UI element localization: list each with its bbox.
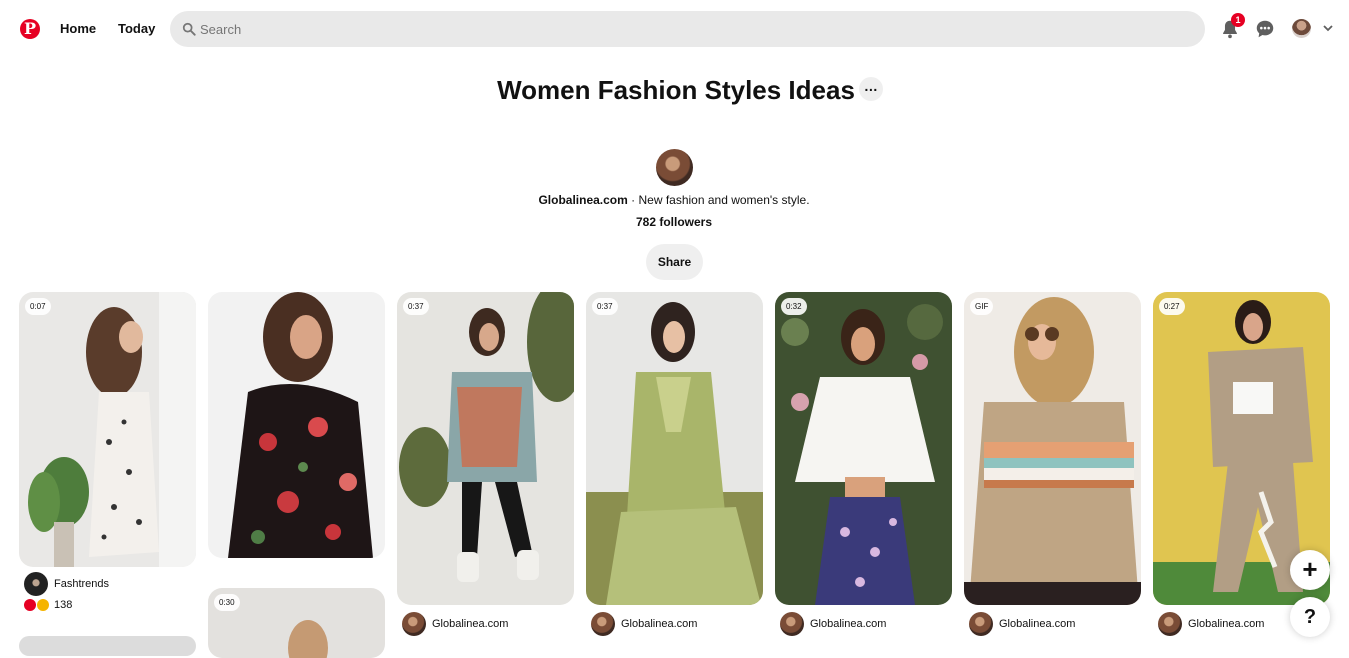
pin-author[interactable]: Globalinea.com <box>591 612 697 636</box>
pin-image <box>19 636 196 656</box>
author-avatar <box>402 612 426 636</box>
profile-avatar[interactable] <box>1292 19 1311 38</box>
search-input[interactable] <box>200 11 1190 47</box>
pin-author[interactable]: Globalinea.com <box>402 612 508 636</box>
author-name: Globalinea.com <box>999 618 1076 630</box>
board-title-text: Women Fashion Styles Ideas <box>497 75 855 105</box>
author-avatar <box>591 612 615 636</box>
pin-card[interactable] <box>19 636 196 656</box>
pin-image <box>586 292 763 605</box>
chevron-down-icon[interactable] <box>1322 22 1334 34</box>
pin-image <box>964 292 1141 605</box>
pin-card[interactable]: 0:32 <box>775 292 952 605</box>
pin-image <box>208 292 385 558</box>
pin-card[interactable] <box>208 292 385 558</box>
video-duration-tag: 0:37 <box>592 298 618 315</box>
board-title: Women Fashion Styles Ideas… <box>474 72 906 108</box>
video-duration-tag: 0:30 <box>214 594 240 611</box>
pinterest-logo-icon[interactable]: P <box>20 19 40 39</box>
pin-card[interactable]: 0:07 <box>19 292 196 567</box>
video-duration-tag: 0:37 <box>403 298 429 315</box>
gif-tag: GIF <box>970 298 994 315</box>
author-name: Globalinea.com <box>432 618 509 630</box>
pin-author[interactable]: Globalinea.com <box>1158 612 1264 636</box>
pin-author[interactable]: Globalinea.com <box>780 612 886 636</box>
notification-count-badge: 1 <box>1231 13 1245 27</box>
pin-card[interactable]: 0:37 <box>397 292 574 605</box>
nav-today-link[interactable]: Today <box>118 21 155 36</box>
top-navigation-bar: P Home Today 1 <box>0 0 1349 60</box>
author-avatar <box>1158 612 1182 636</box>
pin-author[interactable]: Fashtrends <box>24 572 109 596</box>
separator: · <box>627 193 639 207</box>
board-owner-name[interactable]: Globalinea.com <box>538 193 627 207</box>
board-description: New fashion and women's style. <box>638 193 810 207</box>
heart-reaction-icon <box>24 599 36 611</box>
author-name: Fashtrends <box>54 578 110 590</box>
pin-image <box>775 292 952 605</box>
board-owner-line: Globalinea.com · New fashion and women's… <box>474 193 874 207</box>
author-name: Globalinea.com <box>621 618 698 630</box>
author-avatar <box>969 612 993 636</box>
pin-author[interactable]: Globalinea.com <box>969 612 1075 636</box>
video-duration-tag: 0:07 <box>25 298 51 315</box>
search-bar[interactable] <box>170 11 1205 47</box>
pin-card[interactable]: 0:37 <box>586 292 763 605</box>
pin-card[interactable]: 0:30 <box>208 588 385 658</box>
share-button[interactable]: Share <box>646 244 703 280</box>
video-duration-tag: 0:27 <box>1159 298 1185 315</box>
pin-reactions: 138 <box>24 599 72 611</box>
board-owner-avatar[interactable] <box>656 149 693 186</box>
pin-card[interactable]: GIF <box>964 292 1141 605</box>
author-avatar <box>24 572 48 596</box>
wow-reaction-icon <box>37 599 49 611</box>
reactions-count: 138 <box>54 599 73 611</box>
more-options-button[interactable]: … <box>858 77 883 102</box>
pin-image <box>397 292 574 605</box>
author-name: Globalinea.com <box>1188 618 1265 630</box>
create-pin-button[interactable]: + <box>1290 550 1330 590</box>
video-duration-tag: 0:32 <box>781 298 807 315</box>
author-avatar <box>780 612 804 636</box>
messages-icon[interactable] <box>1254 18 1276 40</box>
nav-home-link[interactable]: Home <box>60 21 96 36</box>
followers-count[interactable]: 782 followers <box>574 215 774 229</box>
help-button[interactable]: ? <box>1290 597 1330 637</box>
search-icon <box>182 22 196 36</box>
author-name: Globalinea.com <box>810 618 887 630</box>
pin-image <box>19 292 196 567</box>
